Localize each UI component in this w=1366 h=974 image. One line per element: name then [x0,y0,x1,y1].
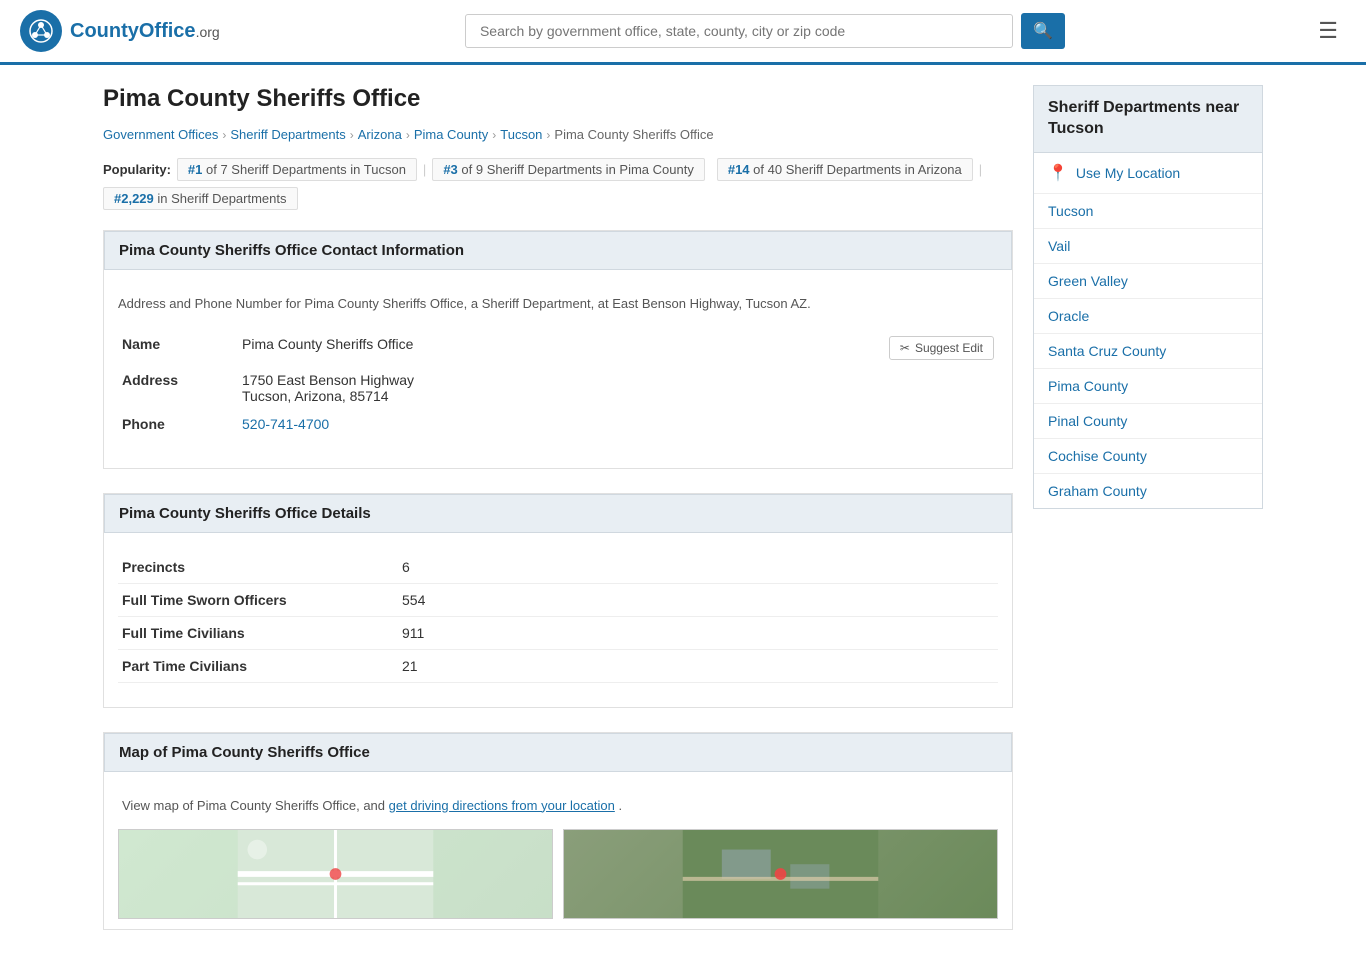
ft-civilians-value: 911 [398,616,998,649]
breadcrumb-sheriff-dept[interactable]: Sheriff Departments [230,127,345,142]
map-content: View map of Pima County Sheriffs Office,… [104,786,1012,930]
address-value: 1750 East Benson Highway Tucson, Arizona… [238,366,998,410]
breadcrumb-tucson[interactable]: Tucson [500,127,542,142]
precincts-value: 6 [398,551,998,584]
table-row: Part Time Civilians 21 [118,649,998,682]
details-table: Precincts 6 Full Time Sworn Officers 554… [118,551,998,683]
sidebar-link-vail[interactable]: Vail [1034,229,1262,263]
bc-sep-3: › [406,128,410,142]
name-label: Name [118,330,238,366]
breadcrumb: Government Offices › Sheriff Departments… [103,127,1013,142]
search-area: 🔍 [465,13,1065,49]
map-thumbnail-satellite[interactable] [563,829,998,919]
search-button[interactable]: 🔍 [1021,13,1065,49]
popularity-item-1: #1 of 7 Sheriff Departments in Tucson [177,158,417,181]
phone-link[interactable]: 520-741-4700 [242,416,329,432]
precincts-label: Precincts [118,551,398,584]
sidebar: Sheriff Departments near Tucson 📍 Use My… [1033,85,1263,954]
contact-section-header: Pima County Sheriffs Office Contact Info… [104,231,1012,270]
bc-sep-5: › [546,128,550,142]
edit-icon: ✂ [900,341,910,355]
list-item: Cochise County [1034,439,1262,474]
page-title: Pima County Sheriffs Office [103,85,1013,113]
logo-area: CountyOffice.org [20,10,220,52]
phone-label: Phone [118,410,238,438]
sidebar-link-tucson[interactable]: Tucson [1034,194,1262,228]
popularity-item-2: #3 of 9 Sheriff Departments in Pima Coun… [432,158,705,181]
list-item: Tucson [1034,194,1262,229]
map-description: View map of Pima County Sheriffs Office,… [118,796,998,816]
list-item: Pinal County [1034,404,1262,439]
bc-sep-1: › [222,128,226,142]
use-my-location-button[interactable]: 📍 Use My Location [1034,153,1262,194]
ft-civilians-label: Full Time Civilians [118,616,398,649]
details-content: Precincts 6 Full Time Sworn Officers 554… [104,547,1012,707]
map-thumbnails [118,829,998,919]
table-row: Address 1750 East Benson Highway Tucson,… [118,366,998,410]
sidebar-link-santa-cruz[interactable]: Santa Cruz County [1034,334,1262,368]
header: CountyOffice.org 🔍 ☰ [0,0,1366,65]
popularity-bar: Popularity: #1 of 7 Sheriff Departments … [103,158,1013,210]
list-item: Santa Cruz County [1034,334,1262,369]
sidebar-link-green-valley[interactable]: Green Valley [1034,264,1262,298]
sidebar-link-oracle[interactable]: Oracle [1034,299,1262,333]
sworn-officers-label: Full Time Sworn Officers [118,583,398,616]
table-row: Phone 520-741-4700 [118,410,998,438]
sidebar-content: 📍 Use My Location Tucson Vail Green Vall… [1033,153,1263,509]
list-item: Vail [1034,229,1262,264]
pt-civilians-value: 21 [398,649,998,682]
table-row: Full Time Civilians 911 [118,616,998,649]
driving-directions-link[interactable]: get driving directions from your locatio… [389,798,615,813]
sidebar-link-pima-county[interactable]: Pima County [1034,369,1262,403]
contact-description: Address and Phone Number for Pima County… [118,294,998,314]
name-value: Pima County Sheriffs Office ✂ Suggest Ed… [238,330,998,366]
address-label: Address [118,366,238,410]
breadcrumb-current: Pima County Sheriffs Office [554,127,713,142]
sidebar-link-graham-county[interactable]: Graham County [1034,474,1262,508]
location-pin-icon: 📍 [1048,163,1068,183]
list-item: Graham County [1034,474,1262,508]
map-section: Map of Pima County Sheriffs Office View … [103,732,1013,931]
pt-civilians-label: Part Time Civilians [118,649,398,682]
phone-value: 520-741-4700 [238,410,998,438]
popularity-item-4: #2,229 in Sheriff Departments [103,187,298,210]
map-thumbnail-road[interactable] [118,829,553,919]
logo-text-area: CountyOffice.org [70,20,220,43]
details-section: Pima County Sheriffs Office Details Prec… [103,493,1013,708]
bc-sep-4: › [492,128,496,142]
contact-table: Name Pima County Sheriffs Office ✂ Sugge… [118,330,998,438]
content-area: Pima County Sheriffs Office Government O… [103,85,1013,954]
table-row: Full Time Sworn Officers 554 [118,583,998,616]
contact-section: Pima County Sheriffs Office Contact Info… [103,230,1013,469]
popularity-label: Popularity: [103,162,171,177]
main-container: Pima County Sheriffs Office Government O… [83,65,1283,974]
sidebar-link-cochise-county[interactable]: Cochise County [1034,439,1262,473]
breadcrumb-arizona[interactable]: Arizona [358,127,402,142]
logo-main-text: CountyOffice.org [70,20,220,42]
sidebar-links-list: Tucson Vail Green Valley Oracle Santa Cr… [1034,194,1262,508]
list-item: Oracle [1034,299,1262,334]
details-section-header: Pima County Sheriffs Office Details [104,494,1012,533]
hamburger-icon: ☰ [1318,18,1338,43]
list-item: Pima County [1034,369,1262,404]
breadcrumb-gov-offices[interactable]: Government Offices [103,127,218,142]
sidebar-link-pinal-county[interactable]: Pinal County [1034,404,1262,438]
list-item: Green Valley [1034,264,1262,299]
table-row: Name Pima County Sheriffs Office ✂ Sugge… [118,330,998,366]
search-icon: 🔍 [1033,23,1053,40]
map-section-header: Map of Pima County Sheriffs Office [104,733,1012,772]
logo-icon [20,10,62,52]
sidebar-header: Sheriff Departments near Tucson [1033,85,1263,153]
search-input[interactable] [465,14,1013,48]
table-row: Precincts 6 [118,551,998,584]
bc-sep-2: › [350,128,354,142]
popularity-item-3: #14 of 40 Sheriff Departments in Arizona [717,158,973,181]
suggest-edit-button[interactable]: ✂ Suggest Edit [889,336,994,360]
breadcrumb-pima-county[interactable]: Pima County [414,127,488,142]
contact-content: Address and Phone Number for Pima County… [104,284,1012,468]
menu-button[interactable]: ☰ [1310,14,1346,48]
sworn-officers-value: 554 [398,583,998,616]
